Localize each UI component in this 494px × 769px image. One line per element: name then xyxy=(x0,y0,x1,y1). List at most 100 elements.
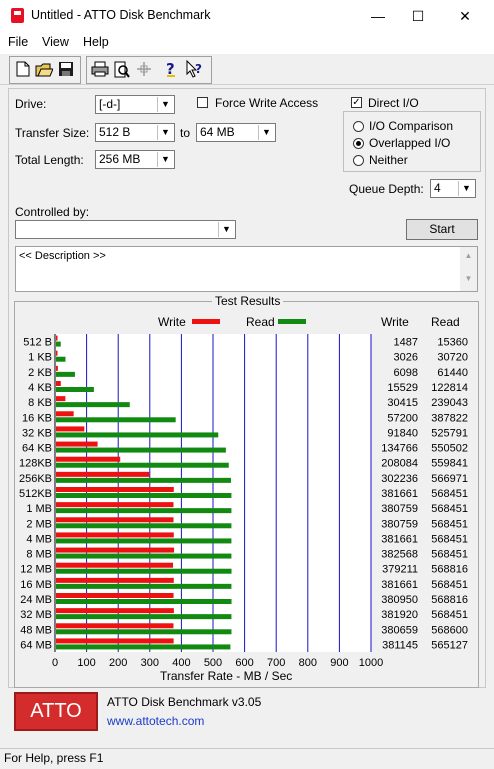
write-bar xyxy=(56,532,174,538)
row-label: 2 MB xyxy=(26,518,52,530)
write-value: 380759 xyxy=(381,518,418,530)
write-bar xyxy=(56,411,74,417)
row-label: 128KB xyxy=(19,458,52,470)
row-label: 512KB xyxy=(19,488,52,500)
app-version: ATTO Disk Benchmark v3.05 xyxy=(107,695,262,709)
write-value: 208084 xyxy=(381,458,418,470)
read-bar xyxy=(56,644,231,650)
read-value: 387822 xyxy=(431,412,468,424)
write-value: 382568 xyxy=(381,549,418,561)
read-value: 568451 xyxy=(431,609,468,621)
write-value: 380950 xyxy=(381,594,418,606)
read-bar xyxy=(56,523,232,529)
read-value: 122814 xyxy=(431,382,468,394)
x-tick-label: 900 xyxy=(330,657,348,669)
write-value: 57200 xyxy=(387,412,418,424)
write-bar xyxy=(56,396,66,402)
write-value: 134766 xyxy=(381,443,418,455)
row-label: 1 MB xyxy=(26,503,52,515)
row-label: 4 MB xyxy=(26,533,52,545)
row-label: 16 KB xyxy=(22,412,52,424)
read-bar xyxy=(56,356,66,362)
read-bar xyxy=(56,387,94,392)
read-value: 568451 xyxy=(431,488,468,500)
write-bar xyxy=(56,623,174,629)
write-value: 1487 xyxy=(394,337,418,349)
row-label: 1 KB xyxy=(28,352,52,364)
row-label: 512 B xyxy=(23,337,52,349)
row-label: 8 KB xyxy=(28,397,52,409)
read-value: 568451 xyxy=(431,518,468,530)
write-bar xyxy=(56,381,61,386)
read-value: 15360 xyxy=(437,337,468,349)
write-value: 302236 xyxy=(381,473,418,485)
read-bar xyxy=(56,629,232,635)
read-bar xyxy=(56,508,232,514)
read-bar xyxy=(56,477,231,483)
write-value: 380659 xyxy=(381,624,418,636)
write-value: 381661 xyxy=(381,533,418,545)
atto-logo-text: ATTO xyxy=(30,700,82,722)
read-value: 550502 xyxy=(431,443,468,455)
read-bar xyxy=(56,432,219,438)
read-value: 568451 xyxy=(431,549,468,561)
row-label: 48 MB xyxy=(20,624,52,636)
write-bar xyxy=(56,471,150,477)
read-value: 568451 xyxy=(431,579,468,591)
read-value: 61440 xyxy=(437,367,468,379)
row-label: 32 KB xyxy=(22,427,52,439)
read-bar xyxy=(56,447,226,453)
x-axis-label: Transfer Rate - MB / Sec xyxy=(160,669,293,683)
transfer-rate-chart: 0 100 200 300 400 500 600 700 800 900 1000 512 B 148… xyxy=(19,334,468,669)
row-label: 12 MB xyxy=(20,564,52,576)
read-bar xyxy=(56,402,130,408)
write-value: 6098 xyxy=(394,367,418,379)
x-tick-label: 200 xyxy=(109,657,127,669)
row-label: 64 KB xyxy=(22,443,52,455)
x-tick-label: 600 xyxy=(235,657,253,669)
read-value: 559841 xyxy=(431,458,468,470)
x-tick-label: 100 xyxy=(77,657,95,669)
write-value: 30415 xyxy=(387,397,418,409)
row-label: 4 KB xyxy=(28,382,52,394)
read-bar xyxy=(56,462,229,468)
write-bar xyxy=(56,456,121,462)
write-value: 381661 xyxy=(381,488,418,500)
write-value: 15529 xyxy=(387,382,418,394)
read-value: 568816 xyxy=(431,564,468,576)
row-label: 2 KB xyxy=(28,367,52,379)
status-text: For Help, press F1 xyxy=(4,751,104,765)
website-link[interactable]: www.attotech.com xyxy=(107,714,204,728)
x-tick-label: 800 xyxy=(299,657,317,669)
row-label: 256KB xyxy=(19,473,52,485)
x-tick-label: 1000 xyxy=(359,657,383,669)
read-value: 565127 xyxy=(431,639,468,651)
read-bar xyxy=(56,553,232,559)
write-value: 91840 xyxy=(387,427,418,439)
write-bar xyxy=(56,608,174,614)
write-bar xyxy=(56,426,85,432)
write-value: 380759 xyxy=(381,503,418,515)
atto-logo: ATTO xyxy=(14,692,98,731)
write-bar xyxy=(56,577,174,583)
write-value: 381145 xyxy=(382,639,418,651)
read-bar xyxy=(56,614,232,620)
read-bar xyxy=(56,599,232,604)
read-bar xyxy=(56,538,232,544)
row-label: 32 MB xyxy=(20,609,52,621)
read-value: 525791 xyxy=(431,427,468,439)
read-value: 566971 xyxy=(431,473,468,485)
write-bar xyxy=(56,365,58,371)
x-tick-label: 0 xyxy=(52,657,58,669)
row-label: 16 MB xyxy=(20,579,52,591)
write-bar xyxy=(56,593,174,598)
x-tick-label: 700 xyxy=(267,657,285,669)
write-value: 3026 xyxy=(394,352,418,364)
read-value: 239043 xyxy=(431,397,468,409)
write-bar xyxy=(56,487,174,492)
write-value: 381661 xyxy=(381,579,418,591)
row-label: 24 MB xyxy=(20,594,52,606)
write-value: 379211 xyxy=(382,564,418,576)
row-label: 8 MB xyxy=(26,549,52,561)
read-value: 568451 xyxy=(431,533,468,545)
